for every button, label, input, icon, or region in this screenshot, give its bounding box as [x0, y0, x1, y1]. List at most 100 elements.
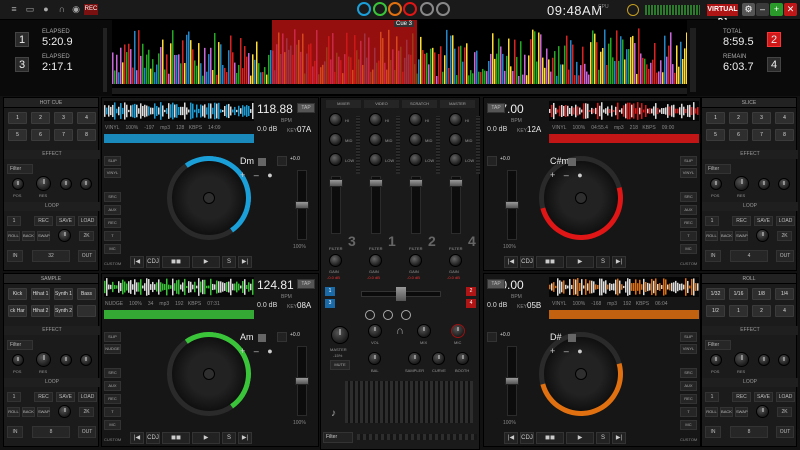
pad-7[interactable]: Synth 2 — [54, 305, 73, 317]
deck-waveform[interactable] — [549, 101, 699, 121]
hot-cue-strip[interactable] — [104, 134, 254, 143]
loop-roll-button[interactable]: ROLL — [705, 231, 718, 241]
crossfader-assign-4[interactable]: 4 — [466, 299, 476, 308]
loop-beat-dropdown[interactable]: 1 — [705, 392, 719, 402]
link-icon[interactable] — [401, 310, 411, 320]
loop-2k-button[interactable]: 2K — [777, 231, 792, 241]
pad-2[interactable]: 2 — [729, 112, 748, 124]
side-t-button[interactable]: T — [680, 407, 697, 417]
eq-mid-knob[interactable] — [329, 133, 342, 146]
side-rec-button[interactable]: REC — [680, 218, 697, 228]
mute-button[interactable]: MUTE — [330, 360, 350, 370]
loop-load-button[interactable]: LOAD — [78, 392, 97, 402]
loop-out-button[interactable]: OUT — [776, 426, 794, 438]
pad-4[interactable]: 4 — [775, 112, 794, 124]
side-mc-button[interactable]: MC — [104, 244, 121, 254]
effect-dropdown[interactable]: Filter — [705, 164, 731, 174]
tab-scratch[interactable]: SCRATCH — [402, 100, 437, 108]
pad-6[interactable]: 6 — [729, 129, 748, 141]
side-src-button[interactable]: SRC — [104, 192, 121, 202]
loop-save-button[interactable]: SAVE — [754, 216, 773, 226]
deck-waveform[interactable] — [104, 277, 254, 297]
side-src-button[interactable]: SRC — [680, 192, 697, 202]
side-mc-button[interactable]: MC — [104, 420, 121, 430]
cdj-button[interactable]: CDJ — [520, 256, 534, 268]
loop-length[interactable]: 4 — [730, 250, 768, 262]
volume-fader-cap[interactable] — [369, 179, 383, 187]
pad-4[interactable]: 1/4 — [775, 288, 794, 300]
side-t-button[interactable]: T — [104, 407, 121, 417]
prev-button[interactable]: |◀ — [504, 256, 518, 268]
pitch-fader-cap[interactable] — [295, 201, 309, 209]
fx-knob-3[interactable] — [60, 354, 72, 366]
loop-back-button[interactable]: BACK — [720, 407, 733, 417]
play-button[interactable]: ▶ — [192, 256, 220, 268]
eq-low-knob[interactable] — [369, 153, 382, 166]
loop-rec-button[interactable]: REC — [732, 216, 751, 226]
next-button[interactable]: ▶| — [238, 256, 252, 268]
effect-slots[interactable] — [357, 434, 477, 440]
loop-save-button[interactable]: SAVE — [56, 392, 75, 402]
loop-knob[interactable] — [58, 229, 71, 242]
tap-button[interactable]: TAP — [297, 279, 315, 289]
deck-number-1[interactable]: 1 — [15, 32, 29, 47]
cdj-button[interactable]: CDJ — [520, 432, 534, 444]
maximize-icon[interactable]: + — [770, 3, 783, 16]
pad-1[interactable]: 1 — [706, 112, 725, 124]
eq-low-knob[interactable] — [329, 153, 342, 166]
filter-knob[interactable] — [329, 254, 342, 267]
pad-7[interactable]: 2 — [752, 305, 771, 317]
side-slip-button[interactable]: SLIP — [680, 156, 697, 166]
tab-master[interactable]: MASTER — [440, 100, 475, 108]
cdj-button[interactable]: CDJ — [146, 432, 160, 444]
pad-5[interactable]: ck Har — [8, 305, 27, 317]
prev-button[interactable]: |◀ — [504, 432, 518, 444]
side-slip-button[interactable]: SLIP — [104, 156, 121, 166]
next-button[interactable]: ▶| — [612, 256, 626, 268]
key-adjust-buttons[interactable]: + – ● — [240, 346, 276, 356]
loop-save-button[interactable]: SAVE — [56, 216, 75, 226]
side-mc-button[interactable]: MC — [680, 244, 697, 254]
side-t-button[interactable]: T — [104, 231, 121, 241]
pad-1[interactable]: 1 — [8, 112, 27, 124]
tap-button[interactable]: TAP — [487, 103, 505, 113]
pad-8[interactable]: 8 — [77, 129, 96, 141]
stutter-button[interactable]: S — [222, 432, 236, 444]
pad-4[interactable]: 4 — [77, 112, 96, 124]
effect-dropdown[interactable]: Filter — [7, 164, 33, 174]
jog-wheel[interactable] — [523, 140, 639, 256]
overview-waveform[interactable]: Cue 3 — [112, 20, 687, 96]
record-status-icon[interactable]: ◉ — [70, 4, 82, 15]
pitch-reset-button[interactable] — [277, 332, 287, 342]
controller-icon[interactable]: ● — [40, 4, 52, 15]
pitch-fader[interactable] — [295, 346, 309, 416]
pause-button[interactable]: ◼◼ — [536, 256, 564, 268]
lock-icon[interactable] — [568, 158, 576, 166]
res-knob[interactable] — [36, 352, 51, 367]
deck-waveform[interactable] — [104, 101, 254, 121]
loop-rec-button[interactable]: REC — [34, 392, 53, 402]
side-slip-button[interactable]: SLIP — [680, 332, 697, 342]
minimize-icon[interactable]: – — [756, 3, 769, 16]
loop-rec-button[interactable]: REC — [732, 392, 751, 402]
fx-knob-4[interactable] — [778, 354, 790, 366]
lock-icon[interactable] — [568, 334, 576, 342]
fx-knob-3[interactable] — [758, 354, 770, 366]
booth-knob[interactable] — [456, 352, 469, 365]
eq-low-knob[interactable] — [449, 153, 462, 166]
play-button[interactable]: ▶ — [566, 432, 594, 444]
pitch-reset-button[interactable] — [277, 156, 287, 166]
pad-2[interactable]: 1/16 — [729, 288, 748, 300]
loop-knob[interactable] — [58, 405, 71, 418]
pitch-reset-button[interactable] — [487, 332, 497, 342]
loop-back-button[interactable]: BACK — [22, 231, 35, 241]
side-t-button[interactable]: T — [680, 231, 697, 241]
pad-3[interactable]: Synth 1 — [54, 288, 73, 300]
side-vinyl-button[interactable]: VINYL — [680, 344, 697, 354]
mix-knob[interactable] — [417, 324, 431, 338]
pad-5[interactable]: 5 — [8, 129, 27, 141]
volume-fader[interactable] — [369, 176, 383, 234]
pad-7[interactable]: 7 — [752, 129, 771, 141]
side-vinyl-button[interactable]: VINYL — [680, 168, 697, 178]
loop-load-button[interactable]: LOAD — [776, 392, 795, 402]
